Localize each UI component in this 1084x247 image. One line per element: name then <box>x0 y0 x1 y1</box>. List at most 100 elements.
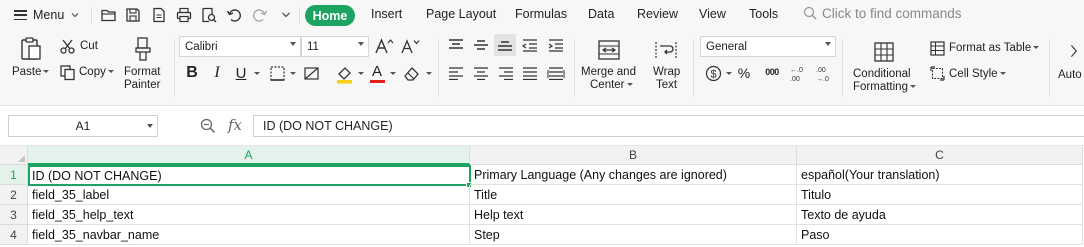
conditional-formatting-label-line2[interactable]: Formatting <box>853 81 916 94</box>
align-center-icon[interactable] <box>471 65 491 81</box>
format-painter-icon[interactable] <box>130 35 156 63</box>
wrap-text-icon[interactable] <box>653 37 679 63</box>
row-header-4[interactable]: 4 <box>0 225 28 245</box>
merge-center-label-line1[interactable]: Merge and <box>581 66 636 79</box>
cell-style-icon[interactable] <box>929 65 945 81</box>
fill-color-icon[interactable] <box>335 64 355 84</box>
cell-b3[interactable]: Help text <box>470 205 797 225</box>
select-all-button[interactable] <box>0 146 28 165</box>
name-box[interactable]: A1 <box>8 115 158 137</box>
cell-c1[interactable]: español(Your translation) <box>797 165 1083 185</box>
eraser-icon[interactable] <box>402 64 422 82</box>
cut-button[interactable]: Cut <box>80 40 98 53</box>
tab-tools[interactable]: Tools <box>749 7 778 21</box>
fill-color-dropdown-icon[interactable] <box>358 72 364 75</box>
main-menu-button[interactable]: Menu <box>14 6 80 24</box>
wrap-text-label-line2[interactable]: Text <box>656 79 677 92</box>
paste-label[interactable]: Paste <box>12 66 50 79</box>
redo-icon[interactable] <box>250 5 270 25</box>
autosum-label[interactable]: Auto <box>1058 69 1082 82</box>
column-header-b[interactable]: B <box>470 146 797 165</box>
align-middle-icon[interactable] <box>471 37 491 53</box>
conditional-formatting-label-line1[interactable]: Conditional <box>853 68 911 81</box>
merge-center-icon[interactable] <box>596 37 622 63</box>
align-left-icon[interactable] <box>446 65 466 81</box>
cell-style-button[interactable]: Cell Style <box>949 68 1006 81</box>
print-preview-icon[interactable] <box>199 5 219 25</box>
increase-decimal-icon[interactable]: ←.0.00 <box>789 64 807 84</box>
save-icon[interactable] <box>123 5 143 25</box>
row-header-1[interactable]: 1 <box>0 165 28 185</box>
tab-formulas[interactable]: Formulas <box>515 7 567 21</box>
strikethrough-style-icon[interactable] <box>302 64 320 82</box>
decrease-indent-icon[interactable] <box>520 37 540 53</box>
cell-b1[interactable]: Primary Language (Any changes are ignore… <box>470 165 797 185</box>
row-header-2[interactable]: 2 <box>0 185 28 205</box>
quick-access-more-icon[interactable] <box>276 5 296 25</box>
tab-view[interactable]: View <box>699 7 726 21</box>
format-painter-label-line1[interactable]: Format <box>124 66 160 79</box>
wrap-text-label-line1[interactable]: Wrap <box>653 66 680 79</box>
cell-c4[interactable]: Paso <box>797 225 1083 245</box>
align-top-icon[interactable] <box>446 37 466 53</box>
formula-input[interactable]: ID (DO NOT CHANGE) <box>253 115 1084 137</box>
increase-font-icon[interactable] <box>374 37 394 55</box>
decrease-font-icon[interactable] <box>400 37 420 55</box>
tab-insert[interactable]: Insert <box>371 7 402 21</box>
currency-dropdown-icon[interactable] <box>726 72 732 75</box>
cell-a4[interactable]: field_35_navbar_name <box>28 225 470 245</box>
bold-button[interactable]: B <box>184 64 200 82</box>
paste-button[interactable] <box>18 35 44 63</box>
row-header-3[interactable]: 3 <box>0 205 28 225</box>
cell-c3[interactable]: Texto de ayuda <box>797 205 1083 225</box>
copy-icon[interactable] <box>58 63 76 81</box>
font-name-select[interactable]: Calibri <box>179 36 301 57</box>
column-header-c[interactable]: C <box>797 146 1083 165</box>
decrease-decimal-icon[interactable]: .00 →.0 <box>815 64 833 84</box>
cell-b4[interactable]: Step <box>470 225 797 245</box>
format-as-table-button[interactable]: Format as Table <box>949 42 1040 55</box>
align-right-icon[interactable] <box>496 65 516 81</box>
tab-data[interactable]: Data <box>588 7 614 21</box>
number-format-select[interactable]: General <box>700 36 836 57</box>
format-as-table-icon[interactable] <box>929 40 945 56</box>
cell-b2[interactable]: Title <box>470 185 797 205</box>
cell-c2[interactable]: Titulo <box>797 185 1083 205</box>
copy-button[interactable]: Copy <box>79 66 114 79</box>
tab-page-layout[interactable]: Page Layout <box>426 7 496 21</box>
print-icon[interactable] <box>174 5 194 25</box>
font-color-button[interactable]: A <box>369 62 385 84</box>
underline-dropdown-icon[interactable] <box>254 72 260 75</box>
borders-icon[interactable] <box>268 64 286 82</box>
cell-a1[interactable]: ID (DO NOT CHANGE) <box>28 165 471 186</box>
currency-button[interactable]: $ <box>704 64 722 82</box>
underline-button[interactable]: U <box>233 64 249 82</box>
percent-button[interactable]: % <box>737 65 751 81</box>
open-folder-icon[interactable] <box>99 5 119 25</box>
increase-indent-icon[interactable] <box>546 37 566 53</box>
thousands-separator-button[interactable]: 000 <box>761 64 783 80</box>
autosum-icon[interactable] <box>1070 40 1084 62</box>
insert-function-button[interactable]: fx <box>228 116 242 134</box>
tab-review[interactable]: Review <box>637 7 678 21</box>
align-bottom-icon[interactable] <box>494 34 516 56</box>
format-painter-label-line2[interactable]: Painter <box>124 79 160 92</box>
borders-dropdown-icon[interactable] <box>290 72 296 75</box>
justify-icon[interactable] <box>520 65 540 81</box>
font-color-dropdown-icon[interactable] <box>390 72 396 75</box>
conditional-formatting-icon[interactable] <box>872 40 896 64</box>
undo-icon[interactable] <box>224 5 244 25</box>
distributed-align-icon[interactable] <box>546 65 566 81</box>
tab-home[interactable]: Home <box>305 5 355 26</box>
export-pdf-icon[interactable] <box>149 5 169 25</box>
clear-dropdown-icon[interactable] <box>426 72 432 75</box>
merge-center-label-line2[interactable]: Center <box>590 79 633 92</box>
zoom-icon[interactable] <box>200 118 216 134</box>
scissors-icon[interactable] <box>58 37 76 55</box>
command-search[interactable]: Click to find commands <box>803 6 962 21</box>
column-header-a[interactable]: A <box>28 146 470 165</box>
font-size-select[interactable]: 11 <box>301 36 369 57</box>
italic-button[interactable]: I <box>209 64 225 82</box>
cell-a3[interactable]: field_35_help_text <box>28 205 470 225</box>
cell-a2[interactable]: field_35_label <box>28 185 470 205</box>
